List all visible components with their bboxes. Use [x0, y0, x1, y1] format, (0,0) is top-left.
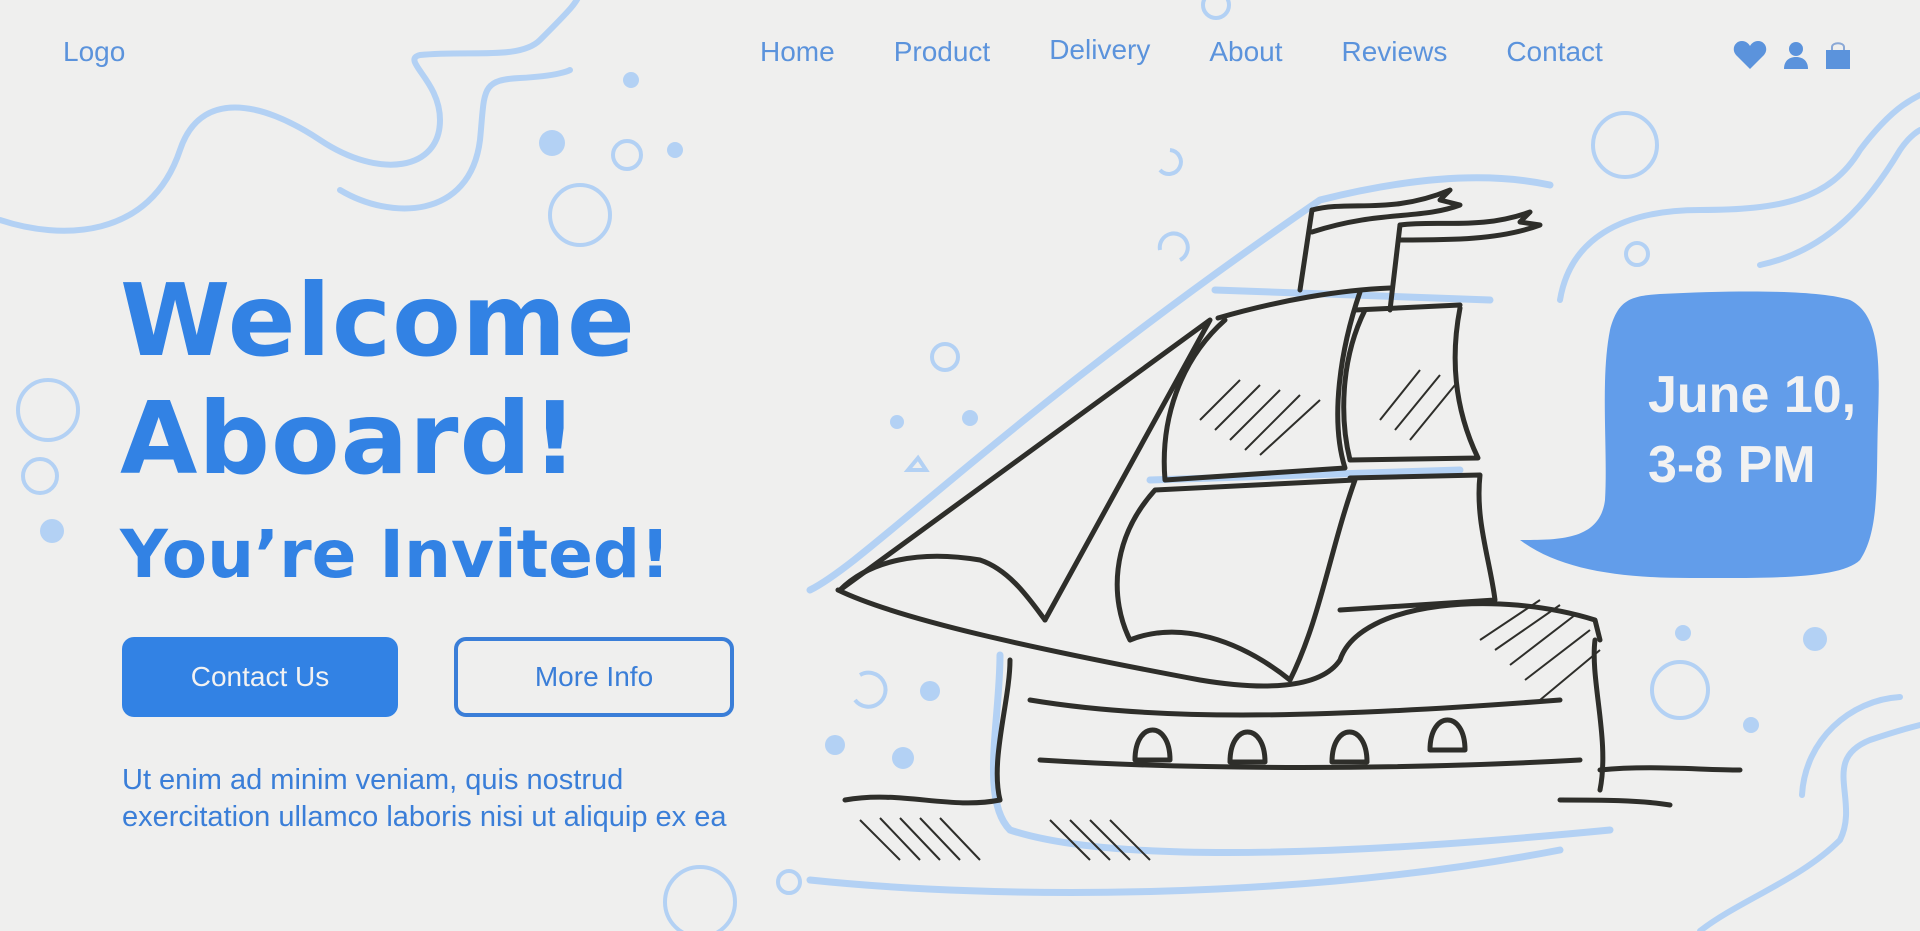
user-icon[interactable] — [1783, 41, 1809, 74]
main-nav: Home Product Delivery About Reviews Cont… — [760, 34, 1662, 68]
more-info-button[interactable]: More Info — [454, 637, 734, 717]
hero-headline: Welcome Aboard! — [120, 262, 636, 498]
hero-subheadline: You’re Invited! — [120, 516, 671, 593]
logo[interactable]: Logo — [63, 36, 125, 68]
nav-home[interactable]: Home — [760, 36, 835, 68]
description-line-2: exercitation ullamco laboris nisi ut ali… — [122, 801, 727, 833]
ship-shadow — [806, 174, 1614, 896]
header-actions — [1733, 40, 1851, 75]
event-time: 3-8 PM — [1648, 436, 1816, 494]
nav-contact[interactable]: Contact — [1506, 36, 1603, 68]
nav-delivery[interactable]: Delivery — [1049, 34, 1150, 66]
event-date-time: June 10, 3-8 PM — [1648, 360, 1856, 500]
hero-description: Ut enim ad minim veniam, quis nostrud ex… — [122, 762, 802, 836]
headline-line-1: Welcome — [120, 262, 636, 379]
headline-line-2: Aboard! — [120, 380, 579, 497]
heart-icon[interactable] — [1733, 40, 1767, 75]
nav-product[interactable]: Product — [894, 36, 991, 68]
ship-illustration — [835, 187, 1743, 808]
description-line-1: Ut enim ad minim veniam, quis nostrud — [122, 764, 624, 796]
contact-us-button[interactable]: Contact Us — [122, 637, 398, 717]
shopping-bag-icon[interactable] — [1825, 40, 1851, 75]
event-date: June 10, — [1648, 366, 1857, 424]
ship-hatching — [859, 369, 1601, 861]
nav-about[interactable]: About — [1209, 36, 1282, 68]
nav-reviews[interactable]: Reviews — [1342, 36, 1448, 68]
